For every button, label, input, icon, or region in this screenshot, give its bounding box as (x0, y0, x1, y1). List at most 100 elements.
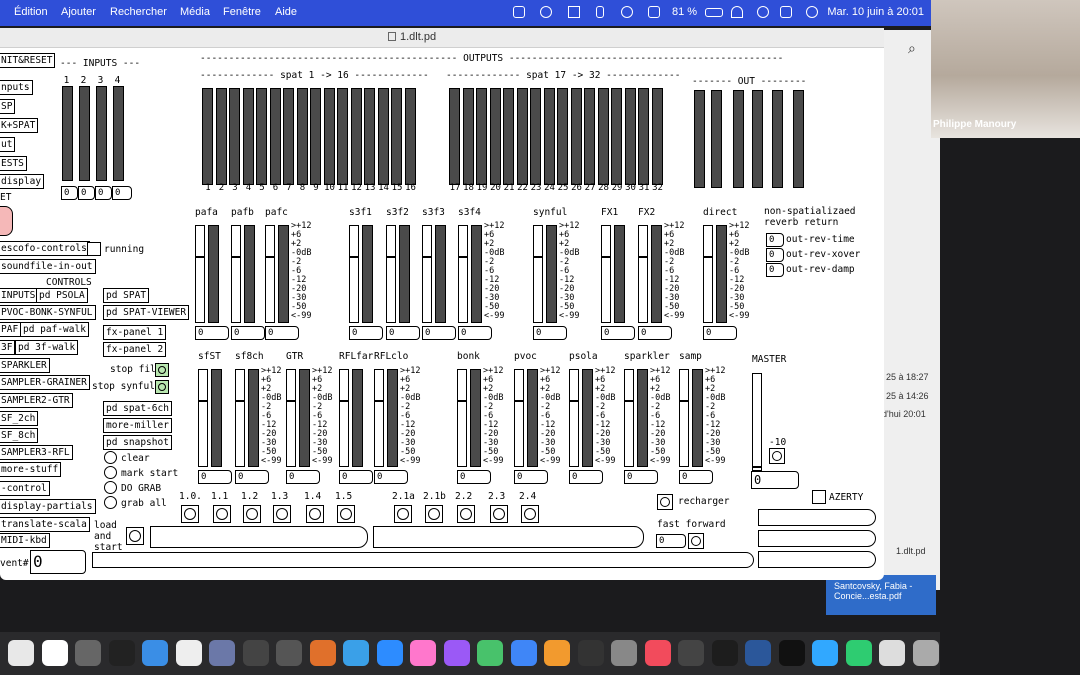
message-box[interactable] (150, 526, 368, 548)
channel-fader[interactable] (198, 369, 208, 467)
running-toggle[interactable] (87, 242, 101, 256)
channel-number[interactable]: 0 (339, 470, 373, 484)
battery-icon[interactable] (705, 8, 723, 17)
channel-number[interactable]: 0 (386, 326, 420, 340)
escofo-controls-object[interactable]: escofo-controls (0, 241, 90, 256)
load-start-bang[interactable] (126, 527, 144, 545)
siri-icon[interactable] (806, 6, 818, 18)
k-spat-object[interactable]: K+SPAT (0, 118, 39, 133)
channel-number[interactable]: 0 (195, 326, 229, 340)
sf-8ch-object[interactable]: SF_8ch (0, 428, 39, 443)
input-number[interactable]: 0 (61, 186, 78, 200)
channel-number[interactable]: 0 (198, 470, 232, 484)
music-icon[interactable] (644, 640, 671, 666)
menu-edition[interactable]: Édition (14, 6, 48, 18)
user-icon[interactable] (621, 6, 633, 18)
facetime-icon[interactable] (477, 640, 503, 666)
channel-number[interactable]: 0 (235, 470, 269, 484)
channel-fader[interactable] (231, 225, 241, 323)
app-store-icon[interactable] (510, 640, 537, 666)
display-object[interactable]: display (0, 174, 45, 189)
do-grab-bang[interactable] (104, 481, 117, 494)
channel-fader[interactable] (703, 225, 713, 323)
piano-icon[interactable] (108, 640, 135, 666)
calendar-icon[interactable] (41, 640, 68, 666)
channel-number[interactable]: 0 (569, 470, 603, 484)
shield-icon[interactable] (845, 640, 872, 666)
cue-bang[interactable] (243, 505, 261, 523)
cue-bang[interactable] (337, 505, 355, 523)
cue-bang[interactable] (425, 505, 443, 523)
control-object[interactable]: -control (0, 481, 50, 496)
cue-bang[interactable] (490, 505, 508, 523)
grab-all-bang[interactable] (104, 496, 117, 509)
wifi-icon[interactable] (731, 6, 743, 18)
notes-icon[interactable] (242, 640, 269, 666)
menu-fenetre[interactable]: Fenêtre (223, 6, 261, 18)
channel-number[interactable]: 0 (533, 326, 567, 340)
midi-kbd-object[interactable]: MIDI-kbd (0, 533, 50, 548)
pd-3f-walk-object[interactable]: pd 3f-walk (15, 340, 79, 355)
cue-bang[interactable] (213, 505, 231, 523)
reset-bang[interactable] (0, 206, 13, 236)
pd-snapshot-object[interactable]: pd snapshot (103, 435, 172, 450)
rev-time-number[interactable]: 0 (766, 233, 784, 247)
master-number[interactable]: 0 (751, 471, 799, 489)
menu-ajouter[interactable]: Ajouter (61, 6, 96, 18)
channel-number[interactable]: 0 (422, 326, 456, 340)
sampler2-gtr-object[interactable]: SAMPLER2-GTR (0, 393, 73, 408)
out-object[interactable]: ut (0, 137, 16, 152)
search-icon[interactable] (757, 6, 769, 18)
init-reset-object[interactable]: NIT&RESET (0, 53, 56, 68)
recharger-bang[interactable] (657, 494, 673, 510)
terminal-icon[interactable] (577, 640, 604, 666)
volume-icon[interactable] (568, 6, 580, 18)
pd-spat-viewer-object[interactable]: pd SPAT-VIEWER (103, 305, 190, 320)
rev-xover-number[interactable]: 0 (766, 248, 784, 262)
channel-number[interactable]: 0 (457, 470, 491, 484)
chrome-icon[interactable] (8, 640, 34, 666)
input-number[interactable]: 0 (112, 186, 132, 200)
podcast-icon[interactable] (443, 640, 470, 666)
3f-object[interactable]: 3F (0, 340, 16, 355)
message-box[interactable] (92, 552, 754, 568)
master-fader[interactable] (752, 373, 762, 471)
channel-fader[interactable] (624, 369, 634, 467)
fast-forward-bang[interactable] (688, 533, 704, 549)
sparkler-object[interactable]: SPARKLER (0, 358, 50, 373)
sp-object[interactable]: SP (0, 99, 16, 114)
channel-fader[interactable] (286, 369, 296, 467)
clear-bang[interactable] (104, 451, 117, 464)
calculator-icon[interactable] (75, 640, 101, 666)
rev-damp-number[interactable]: 0 (766, 263, 784, 277)
display-icon[interactable] (648, 6, 660, 18)
preview-icon[interactable] (209, 640, 235, 666)
display-partials-object[interactable]: display-partials (0, 499, 96, 514)
channel-number[interactable]: 0 (231, 326, 265, 340)
console-icon[interactable] (711, 640, 738, 666)
channel-fader[interactable] (265, 225, 275, 323)
message-box[interactable] (758, 530, 876, 547)
channel-number[interactable]: 0 (458, 326, 492, 340)
photoshop-icon[interactable] (812, 640, 838, 666)
channel-fader[interactable] (514, 369, 524, 467)
pd-spat-6ch-object[interactable]: pd spat-6ch (103, 401, 172, 416)
channel-fader[interactable] (638, 225, 648, 323)
channel-number[interactable]: 0 (624, 470, 658, 484)
fast-forward-number[interactable]: 0 (656, 534, 686, 548)
menu-media[interactable]: Média (180, 6, 210, 18)
channel-fader[interactable] (679, 369, 689, 467)
inputs-object[interactable]: INPUTS (0, 288, 39, 303)
stop-files-toggle[interactable] (155, 363, 169, 377)
channel-fader[interactable] (422, 225, 432, 323)
stop-synful-toggle[interactable] (155, 380, 169, 394)
menu-rechercher[interactable]: Rechercher (110, 6, 167, 18)
channel-fader[interactable] (601, 225, 611, 323)
editor-icon[interactable] (678, 640, 704, 666)
pd-spat-object[interactable]: pd SPAT (103, 288, 150, 303)
channel-fader[interactable] (533, 225, 543, 323)
channel-number[interactable]: 0 (286, 470, 320, 484)
cue-bang[interactable] (306, 505, 324, 523)
search-icon[interactable]: ⌕ (908, 40, 916, 57)
input-number[interactable]: 0 (78, 186, 95, 200)
